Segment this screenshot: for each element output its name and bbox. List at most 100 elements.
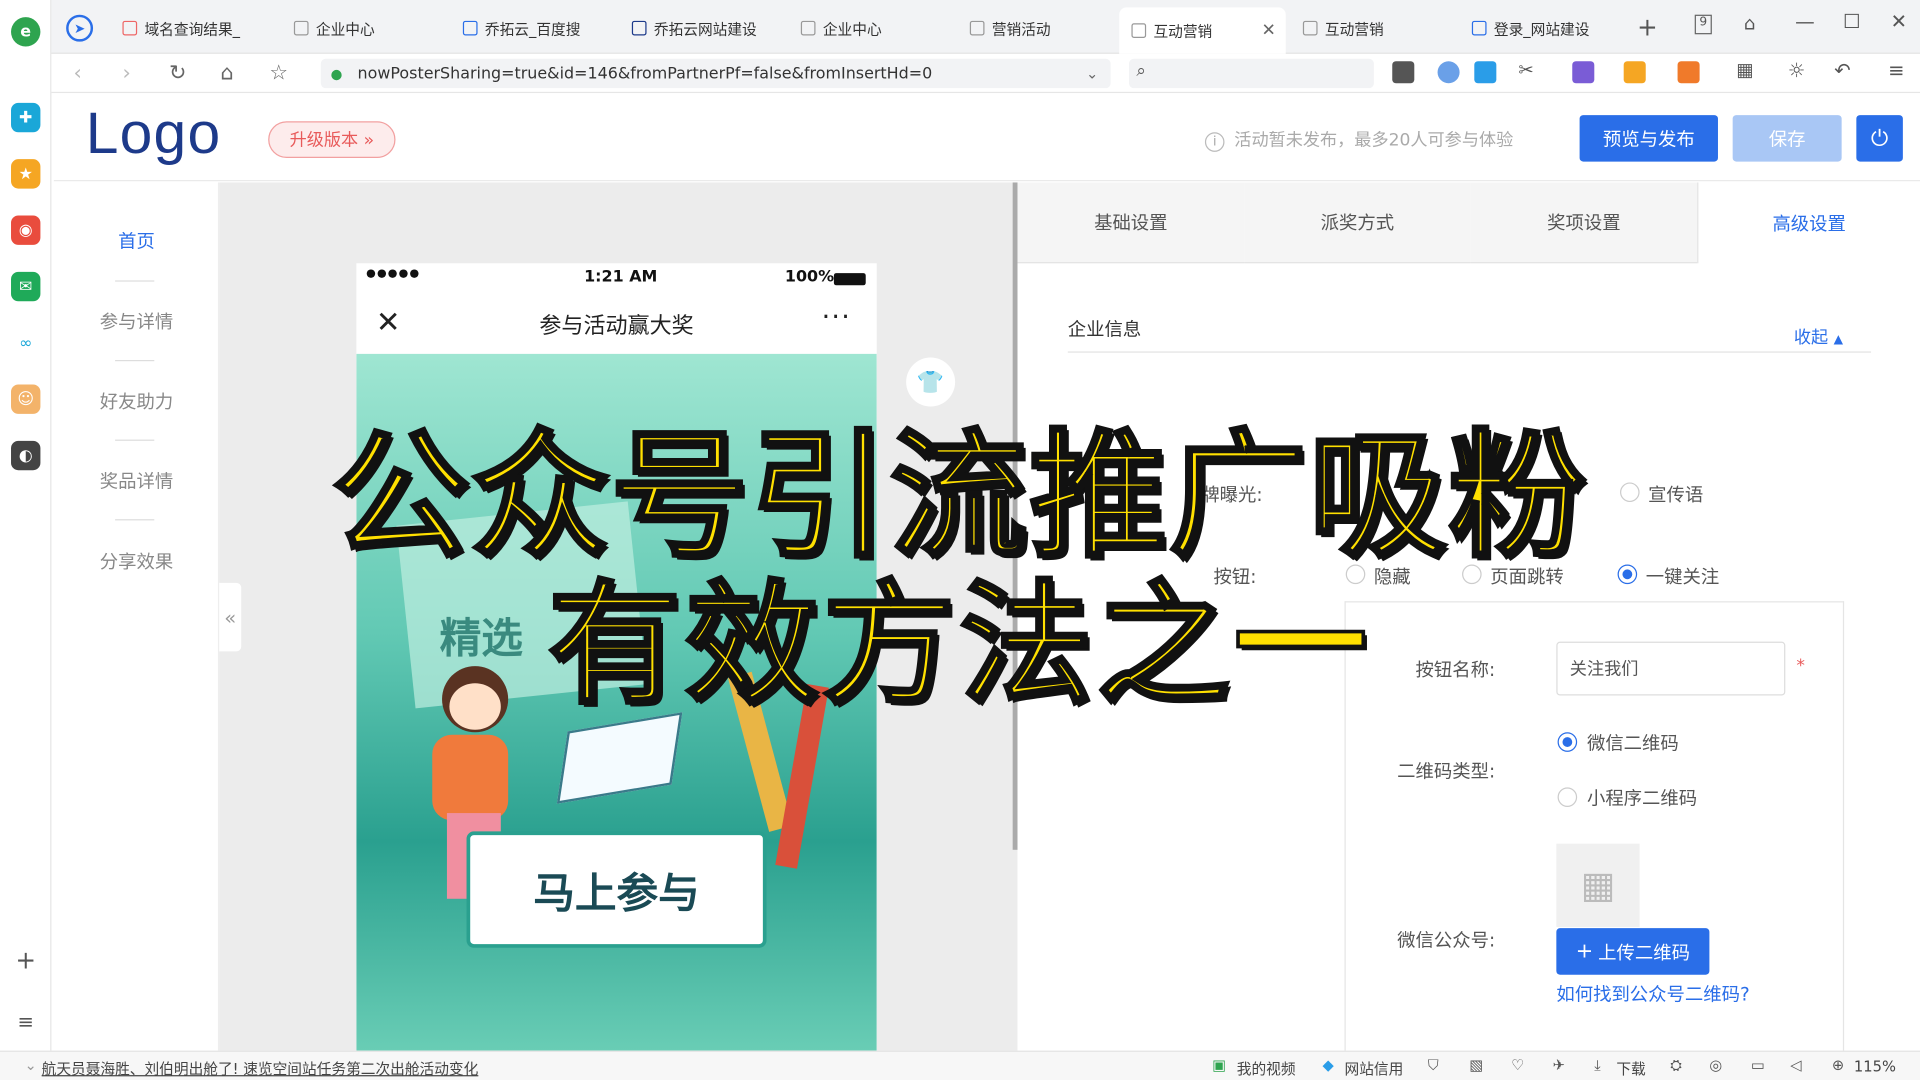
page-icon [1131, 23, 1147, 38]
news-ticker-link[interactable]: 航天员聂海胜、刘伯明出舱了! 速览空间站任务第二次出舱活动变化 [42, 1058, 479, 1079]
image-icon[interactable]: ▧ [1469, 1057, 1483, 1074]
download-icon: ⤓ [1594, 1056, 1601, 1074]
section-title: 企业信息 [1067, 318, 1142, 341]
forward-icon[interactable]: › [122, 61, 130, 85]
undo-icon[interactable]: ↶ [1834, 59, 1850, 82]
speed-icon[interactable]: ✈ [1553, 1057, 1565, 1074]
qr-code-placeholder-icon: ▦ [1556, 843, 1640, 927]
site-icon [631, 20, 647, 36]
cleanup-icon[interactable]: ⛭ [1670, 1057, 1682, 1075]
browser-tab[interactable]: 域名查询结果_ [110, 10, 281, 47]
favorites-icon[interactable]: ★ [11, 159, 41, 189]
publish-hint: i 活动暂未发布，最多20人可参与体验 [1204, 127, 1514, 152]
cloud-icon[interactable]: ∞ [11, 328, 41, 358]
heart-icon[interactable]: ♡ [1511, 1057, 1524, 1074]
miniprogram-qr-radio[interactable] [1557, 787, 1578, 807]
extension-icon[interactable] [1474, 61, 1497, 84]
page-icon [293, 20, 309, 36]
browser-tab[interactable]: 登录_网站建设 [1460, 10, 1629, 47]
baidu-icon [462, 20, 478, 36]
browser-tab[interactable]: 企业中心 [282, 10, 451, 47]
tab-label: 企业中心 [315, 20, 375, 38]
new-tab-icon[interactable]: + [1637, 12, 1658, 41]
security-icon[interactable]: ⛉ [1428, 1057, 1439, 1075]
scissors-icon[interactable]: ✂ [1518, 59, 1533, 81]
app-shortcut-icon[interactable]: ✚ [11, 102, 41, 133]
sidenav-item-participation[interactable]: 参与详情 [54, 309, 219, 335]
signal-indicator: ●●●●● [366, 268, 421, 281]
maximize-icon[interactable]: ☐ [1843, 10, 1861, 33]
upload-qr-button[interactable]: + 上传二维码 [1556, 928, 1710, 975]
browser-tab[interactable]: 互动营销 [1291, 10, 1460, 47]
reload-icon[interactable]: ↻ [169, 61, 186, 85]
site-credit-link[interactable]: 网站信用 [1345, 1058, 1404, 1079]
chevron-down-icon[interactable]: ⌄ [1086, 65, 1098, 82]
chevron-down-icon[interactable]: ⌄ [24, 1057, 36, 1074]
join-now-button[interactable]: 马上参与 [466, 831, 767, 948]
my-video-link[interactable]: 我的视频 [1237, 1058, 1296, 1079]
tab-label: 乔拓云网站建设 [653, 20, 757, 38]
tab-prize-settings[interactable]: 奖项设置 [1470, 182, 1698, 264]
search-input[interactable]: ⌕ [1128, 58, 1374, 89]
wechat-account-label: 微信公众号: [1397, 929, 1496, 952]
collapse-section-button[interactable]: 收起 ▲ [1794, 324, 1843, 348]
tab-basic-settings[interactable]: 基础设置 [1017, 182, 1245, 264]
back-icon[interactable]: ‹ [73, 61, 81, 85]
add-icon[interactable]: + [11, 945, 41, 975]
browser-tab-active[interactable]: 互动营销 ✕ [1119, 7, 1286, 54]
zoom-level[interactable]: 115% [1854, 1058, 1896, 1075]
extension-icon[interactable] [1392, 61, 1415, 84]
mail-icon[interactable]: ✉ [11, 271, 41, 302]
browser-tab[interactable]: 乔拓云_百度搜 [451, 10, 620, 47]
app-header: Logo 升级版本 » i 活动暂未发布，最多20人可参与体验 预览与发布 保存 … [53, 95, 1920, 182]
how-to-find-qr-link[interactable]: 如何找到公众号二维码? [1556, 982, 1752, 1008]
extension-icon[interactable] [1677, 61, 1700, 84]
page-icon [122, 20, 138, 36]
tab-award-method[interactable]: 派奖方式 [1244, 182, 1471, 264]
translate-icon[interactable] [1572, 61, 1595, 84]
zoom-icon: ⊕ [1831, 1056, 1845, 1074]
overlay-title-line2: 有效方法之一 [547, 568, 1372, 725]
preview-publish-button[interactable]: 预览与发布 [1579, 115, 1718, 162]
bookmark-star-icon[interactable]: ☆ [269, 61, 288, 85]
save-button[interactable]: 保存 [1732, 115, 1842, 162]
browser-tab[interactable]: 营销活动 [958, 10, 1117, 47]
search-icon: ⌕ [1136, 61, 1146, 81]
page-icon [800, 20, 816, 36]
brightness-icon[interactable]: ☼ [1788, 59, 1806, 82]
menu-icon[interactable]: ≡ [11, 1006, 41, 1036]
wechat-qr-radio[interactable] [1557, 732, 1578, 752]
translate-icon[interactable]: ◎ [1709, 1057, 1722, 1074]
url-input[interactable]: ● nowPosterSharing=true&id=146&fromPartn… [320, 58, 1111, 89]
more-icon[interactable]: ··· [822, 302, 851, 333]
home-icon[interactable]: ⌂ [220, 61, 233, 85]
browser-tab[interactable]: 乔拓云网站建设 [620, 10, 789, 47]
close-tab-icon[interactable]: ✕ [1262, 21, 1276, 41]
tab-count[interactable]: 9 [1694, 14, 1712, 35]
extension-icon[interactable] [1623, 61, 1646, 84]
extension-icon[interactable] [1437, 61, 1460, 84]
hint-text: 活动暂未发布，最多20人可参与体验 [1234, 131, 1514, 151]
settings-tabs: 基础设置 派奖方式 奖项设置 高级设置 [1017, 182, 1920, 264]
browser-menu-icon[interactable]: ≡ [1888, 59, 1904, 82]
download-link[interactable]: 下载 [1616, 1058, 1645, 1079]
apps-grid-icon[interactable]: ▦ [1736, 59, 1753, 81]
navigate-icon[interactable]: ➤ [66, 14, 94, 42]
browser-tab[interactable]: 企业中心 [789, 10, 958, 47]
power-icon[interactable]: ⏻ [1856, 115, 1903, 162]
collapse-label: 收起 [1793, 328, 1829, 348]
tab-advanced-settings[interactable]: 高级设置 [1697, 182, 1920, 264]
minimize-icon[interactable]: — [1795, 10, 1815, 33]
weibo-icon[interactable]: ◉ [11, 215, 41, 245]
battery-icon [833, 273, 866, 286]
miniprogram-qr-option-label: 小程序二维码 [1586, 787, 1698, 810]
logo[interactable]: Logo [86, 100, 222, 167]
upgrade-button[interactable]: 升级版本 » [268, 121, 396, 158]
window-icon[interactable]: ▭ [1751, 1057, 1765, 1074]
close-window-icon[interactable]: ✕ [1891, 10, 1907, 33]
volume-icon[interactable]: ◁ [1790, 1057, 1801, 1074]
skin-icon[interactable]: ⌂ [1744, 12, 1756, 34]
upload-qr-label: 上传二维码 [1598, 941, 1690, 964]
sidenav-item-home[interactable]: 首页 [54, 228, 219, 254]
browser-logo-icon[interactable]: e [11, 17, 41, 47]
